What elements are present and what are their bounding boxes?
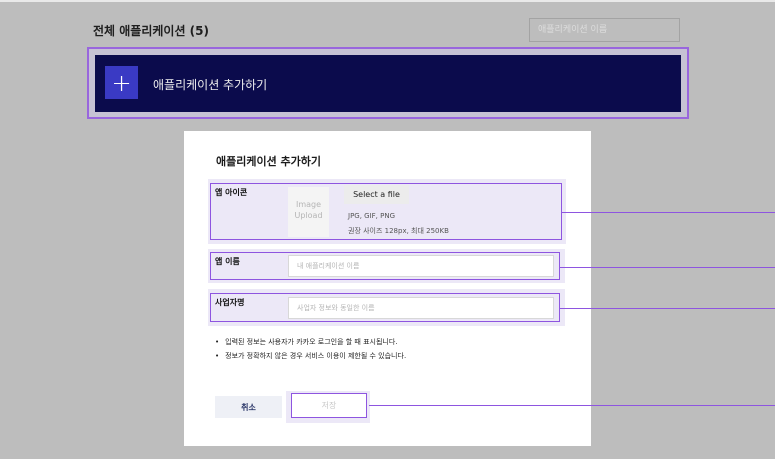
page-title: 전체 애플리케이션 (5) (93, 24, 209, 38)
add-app-modal: 애플리케이션 추가하기 앱 아이콘 Image Upload Select a … (184, 131, 591, 446)
app-search-input[interactable] (529, 18, 680, 42)
icon-field-label: 앱 아이콘 (215, 188, 248, 197)
select-file-button[interactable]: Select a file (344, 185, 409, 204)
plus-icon: + (105, 66, 138, 99)
name-field-label: 앱 이름 (215, 257, 240, 266)
notice-item: 정보가 정확하지 않은 경우 서비스 이용이 제한될 수 있습니다. (215, 349, 406, 363)
name-field-callout-line (560, 267, 775, 268)
add-app-button[interactable]: + 애플리케이션 추가하기 (95, 55, 681, 112)
save-button-callout-line (369, 405, 775, 406)
company-field-label: 사업자명 (215, 298, 245, 307)
company-name-input[interactable] (288, 297, 554, 319)
top-divider (0, 0, 775, 2)
icon-field-callout-line (561, 212, 775, 213)
upload-line-1: Image (295, 200, 322, 209)
company-field-callout-line (560, 308, 775, 309)
notice-list: 입력된 정보는 사용자가 카카오 로그인을 할 때 표시됩니다. 정보가 정확하… (215, 335, 406, 363)
file-format-hint: JPG, GIF, PNG (348, 212, 396, 220)
app-name-input[interactable] (288, 255, 554, 277)
save-button[interactable]: 저장 (291, 393, 367, 418)
cancel-button[interactable]: 취소 (215, 396, 282, 418)
file-size-hint: 권장 사이즈 128px, 최대 250KB (348, 227, 449, 235)
upload-line-2: Upload (294, 211, 323, 220)
add-app-label: 애플리케이션 추가하기 (153, 78, 268, 92)
notice-item: 입력된 정보는 사용자가 카카오 로그인을 할 때 표시됩니다. (215, 335, 406, 349)
image-upload-placeholder[interactable]: Image Upload (288, 187, 329, 237)
modal-title: 애플리케이션 추가하기 (216, 155, 322, 168)
